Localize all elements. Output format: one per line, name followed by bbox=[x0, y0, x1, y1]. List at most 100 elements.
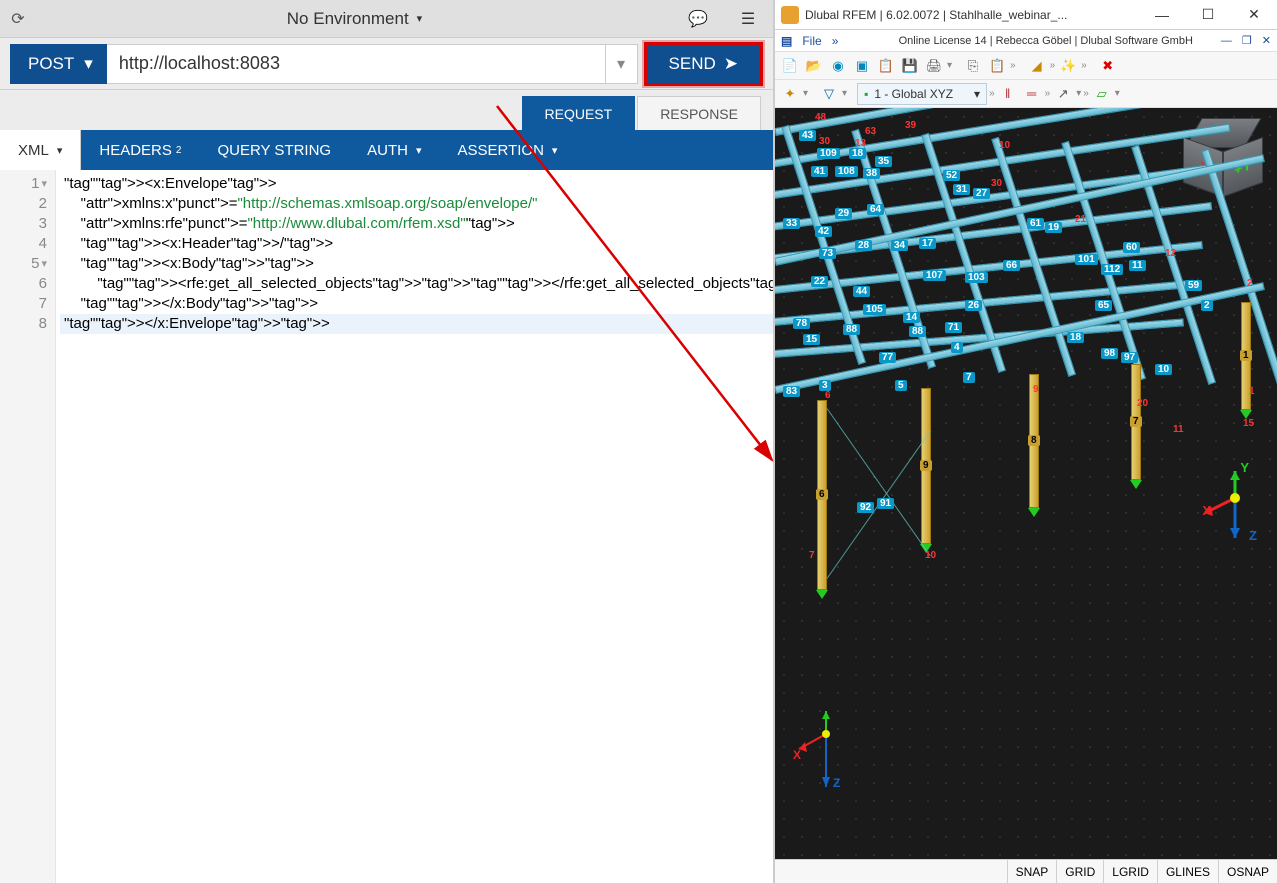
member-number-badge: 52 bbox=[943, 170, 960, 181]
member-number-badge: 97 bbox=[1121, 352, 1138, 363]
support-icon bbox=[1130, 480, 1142, 489]
chat-icon[interactable]: 💬 bbox=[673, 9, 723, 29]
new-file-icon[interactable]: 📄 bbox=[779, 55, 801, 77]
tab-request[interactable]: REQUEST bbox=[522, 96, 636, 130]
axis-y-label: Y bbox=[1240, 460, 1249, 475]
member-number-badge: 2 bbox=[1201, 300, 1213, 311]
member-number-badge: 91 bbox=[877, 498, 894, 509]
node-number: 10 bbox=[999, 140, 1010, 151]
member-number-badge: 7 bbox=[963, 372, 975, 383]
close-button[interactable]: ✕ bbox=[1231, 0, 1277, 30]
toolbar-row-2: ✦ ▾ ▽ ▾ ▪1 - Global XYZ▾ » ‖ ═ » ↗ ▾ » ▱… bbox=[775, 80, 1277, 108]
member-number-badge: 31 bbox=[953, 184, 970, 195]
member-number-badge: 103 bbox=[965, 272, 988, 283]
code-line[interactable]: "tag""tag">></x:Envelope"tag">>"tag">> bbox=[60, 314, 773, 334]
maximize-button[interactable]: ☐ bbox=[1185, 0, 1231, 30]
code-line[interactable]: "tag""tag">><rfe:get_all_selected_object… bbox=[60, 274, 773, 294]
column-label: 1 bbox=[1240, 350, 1252, 361]
member-number-badge: 19 bbox=[1045, 222, 1062, 233]
environment-dropdown[interactable]: No Environment bbox=[36, 9, 673, 29]
star-new-icon[interactable]: ✦ bbox=[779, 83, 801, 105]
member-number-badge: 15 bbox=[803, 334, 820, 345]
rfem-toolbars: 📄 📂 ◉ ▣ 📋 💾 🖨 ▾ ⎘ 📋 » ◢ » ✨ » ✖ ✦ ▾ ▽ ▾ bbox=[775, 52, 1277, 108]
subtab-headers[interactable]: HEADERS2 bbox=[81, 130, 199, 170]
member-number-badge: 61 bbox=[1027, 218, 1044, 229]
request-body-editor[interactable]: 1 ▾2345 ▾678 "tag""tag">><x:Envelope"tag… bbox=[0, 170, 773, 883]
url-history-dropdown[interactable]: ▾ bbox=[606, 44, 638, 84]
brace-member[interactable] bbox=[827, 408, 931, 556]
menubar-flag-icon: ▤ bbox=[781, 34, 792, 48]
member-number-badge: 5 bbox=[895, 380, 907, 391]
code-line[interactable]: "tag""tag">><x:Header"tag">>/"tag">> bbox=[60, 234, 773, 254]
member-number-badge: 71 bbox=[945, 322, 962, 333]
node-number: 30 bbox=[991, 178, 1002, 189]
select-icon[interactable]: ◢ bbox=[1026, 55, 1048, 77]
svg-text:Y: Y bbox=[821, 709, 829, 710]
dim-v-icon[interactable]: ‖ bbox=[997, 83, 1019, 105]
status-toggle-lgrid[interactable]: LGRID bbox=[1103, 860, 1157, 883]
code-line[interactable]: "tag""tag">></x:Body"tag">>"tag">> bbox=[60, 294, 773, 314]
surface-icon[interactable]: ▱ bbox=[1091, 83, 1113, 105]
node-tool-icon[interactable]: ↗ bbox=[1052, 83, 1074, 105]
coord-system-dropdown[interactable]: ▪1 - Global XYZ▾ bbox=[857, 83, 987, 105]
minimize-button[interactable]: — bbox=[1139, 0, 1185, 30]
line-number-gutter: 1 ▾2345 ▾678 bbox=[0, 170, 56, 883]
url-input[interactable] bbox=[107, 44, 606, 84]
code-line[interactable]: "attr">xmlns:rfe"punct">="http://www.dlu… bbox=[60, 214, 773, 234]
subtab-body-format[interactable]: XML bbox=[0, 130, 81, 170]
status-toggle-snap[interactable]: SNAP bbox=[1007, 860, 1057, 883]
svg-text:X: X bbox=[793, 748, 801, 762]
print-icon[interactable]: 🖨 bbox=[923, 55, 945, 77]
subtab-query-string[interactable]: QUERY STRING bbox=[199, 130, 349, 170]
paste-icon[interactable]: 📋 bbox=[986, 55, 1008, 77]
subtab-assertion[interactable]: ASSERTION bbox=[439, 130, 575, 170]
cancel-x-icon[interactable]: ✖ bbox=[1097, 55, 1119, 77]
mdi-minimize-icon[interactable]: — bbox=[1221, 35, 1232, 47]
local-axes-triad: X Y Z bbox=[791, 709, 861, 799]
member-number-badge: 11 bbox=[1129, 260, 1146, 271]
member-number-badge: 43 bbox=[799, 130, 816, 141]
refresh-icon[interactable]: ⟳ bbox=[0, 9, 36, 29]
mdi-close-icon[interactable]: ✕ bbox=[1262, 34, 1271, 47]
top-toolbar: ⟳ No Environment 💬 ☰ bbox=[0, 0, 773, 38]
wand-icon[interactable]: ✨ bbox=[1057, 55, 1079, 77]
mdi-restore-icon[interactable]: ❐ bbox=[1242, 34, 1252, 47]
copy-icon[interactable]: ⎘ bbox=[962, 55, 984, 77]
status-toggle-osnap[interactable]: OSNAP bbox=[1218, 860, 1277, 883]
subtab-auth[interactable]: AUTH bbox=[349, 130, 439, 170]
member-number-badge: 27 bbox=[973, 188, 990, 199]
menu-expand-icon[interactable]: » bbox=[832, 34, 839, 48]
code-line[interactable]: "attr">xmlns:x"punct">="http://schemas.x… bbox=[60, 194, 773, 214]
cloud-icon[interactable]: ◉ bbox=[827, 55, 849, 77]
toolbar1-more[interactable]: » bbox=[1010, 60, 1016, 71]
code-line[interactable]: "tag""tag">><x:Envelope"tag">> bbox=[60, 174, 773, 194]
status-toggle-glines[interactable]: GLINES bbox=[1157, 860, 1218, 883]
member-number-badge: 34 bbox=[891, 240, 908, 251]
node-number: 48 bbox=[815, 112, 826, 123]
member-number-badge: 29 bbox=[835, 208, 852, 219]
model-viewport[interactable]: -X +Y X Y Z X Y Z 6987143109183541108383… bbox=[775, 108, 1277, 859]
block-icon[interactable]: ▣ bbox=[851, 55, 873, 77]
request-row: POST▾ ▾ SEND➤ bbox=[0, 38, 773, 90]
member-number-badge: 44 bbox=[853, 286, 870, 297]
filter-icon[interactable]: ▽ bbox=[818, 83, 840, 105]
dim-h-icon[interactable]: ═ bbox=[1021, 83, 1043, 105]
rfem-app-icon bbox=[781, 6, 799, 24]
environment-label: No Environment bbox=[287, 9, 409, 29]
menu-icon[interactable]: ☰ bbox=[723, 9, 773, 29]
send-label: SEND bbox=[669, 54, 716, 74]
menu-file[interactable]: File bbox=[802, 34, 821, 48]
member-number-badge: 78 bbox=[793, 318, 810, 329]
member-number-badge: 17 bbox=[919, 238, 936, 249]
clipboard-icon[interactable]: 📋 bbox=[875, 55, 897, 77]
toolbar1-overflow[interactable]: ▾ bbox=[947, 60, 952, 71]
code-line[interactable]: "tag""tag">><x:Body"tag">>"tag">> bbox=[60, 254, 773, 274]
member-number-badge: 18 bbox=[1067, 332, 1084, 343]
tab-response[interactable]: RESPONSE bbox=[637, 96, 761, 130]
send-button[interactable]: SEND➤ bbox=[644, 42, 763, 86]
code-area[interactable]: "tag""tag">><x:Envelope"tag">> "attr">xm… bbox=[56, 170, 773, 883]
open-folder-icon[interactable]: 📂 bbox=[803, 55, 825, 77]
status-toggle-grid[interactable]: GRID bbox=[1056, 860, 1103, 883]
save-icon[interactable]: 💾 bbox=[899, 55, 921, 77]
http-method-dropdown[interactable]: POST▾ bbox=[10, 44, 107, 84]
